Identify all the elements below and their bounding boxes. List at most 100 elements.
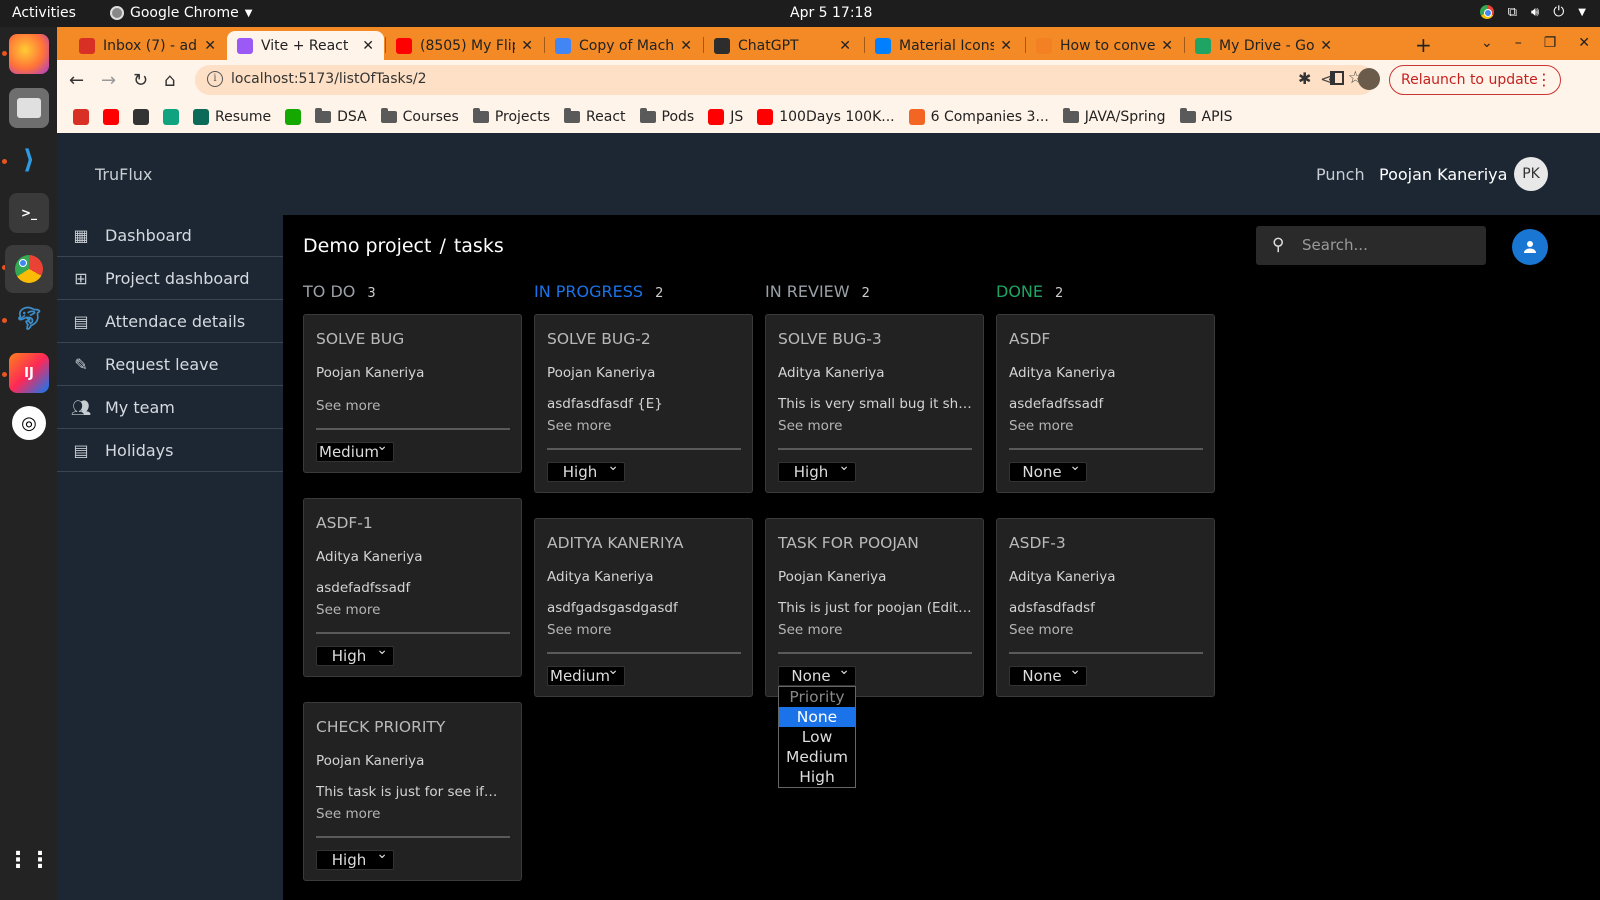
priority-select[interactable]: High [547,458,625,482]
sidebar-item-project-dashboard[interactable]: ⊞ Project dashboard [57,258,283,300]
task-card[interactable]: SOLVE BUG-2 Poojan Kaneriya asdfasdfasdf {… [534,314,753,493]
priority-option-none[interactable]: None [779,707,855,727]
bookmark-item[interactable]: Projects [472,107,550,125]
bookmark-item[interactable] [103,108,119,125]
search-input[interactable] [1302,234,1477,256]
browser-tab[interactable]: How to conve ✕ [1026,31,1183,60]
browser-tab[interactable]: (8505) My Flip ✕ [386,31,543,60]
back-arrow-icon[interactable]: ← [69,70,84,91]
close-tab-icon[interactable]: ✕ [680,38,692,54]
punch-button[interactable]: Punch [1316,165,1365,184]
browser-tab[interactable]: ChatGPT ✕ [704,31,861,60]
terminal-icon[interactable]: >_ [9,193,49,233]
priority-select[interactable]: High [316,642,394,666]
see-more-link[interactable]: See more [1009,418,1073,434]
close-tab-icon[interactable]: ✕ [521,38,533,54]
priority-option-high[interactable]: High [779,767,855,787]
openai-icon[interactable]: ◎ [12,406,46,440]
see-more-link[interactable]: See more [778,622,842,638]
side-panel-icon[interactable] [1330,71,1344,85]
bookmark-item[interactable]: Resume [193,108,271,125]
close-tab-icon[interactable]: ✕ [1000,38,1012,54]
close-tab-icon[interactable]: ✕ [839,38,851,54]
priority-select[interactable]: Medium [316,438,394,462]
activities-button[interactable]: Activities [12,5,76,21]
sidebar-item-attendace-details[interactable]: ▤ Attendace details [57,301,283,343]
url-text[interactable]: localhost:5173/listOfTasks/2 [231,71,427,87]
close-window-icon[interactable]: ✕ [1578,35,1590,51]
bookmark-item[interactable]: 100Days 100K... [757,108,895,125]
sidebar-item-my-team[interactable]: 👥︎ My team [57,387,283,429]
avatar[interactable]: PK [1514,157,1548,191]
sidebar-item-request-leave[interactable]: ✎ Request leave [57,344,283,386]
firefox-icon[interactable] [9,34,49,74]
minimize-icon[interactable]: – [1515,35,1522,51]
new-tab-button[interactable]: + [1415,33,1432,57]
relaunch-button[interactable]: Relaunch to update ⋮ [1389,65,1561,95]
priority-select[interactable]: None [778,662,856,686]
site-info-icon[interactable]: i [207,71,223,87]
sidebar-item-dashboard[interactable]: ▦ Dashboard [57,215,283,257]
caret-down-icon[interactable]: ▼ [1578,7,1586,18]
address-bar[interactable]: i localhost:5173/listOfTasks/2 ⋖ ☆ [195,65,1375,95]
task-card[interactable]: SOLVE BUG Poojan Kaneriya See more Medium [303,314,522,473]
forward-arrow-icon[interactable]: → [101,70,116,91]
system-tray[interactable]: ⧉ 🔊︎ ⏻ ▼ [1479,4,1586,20]
network-icon[interactable]: ⧉ [1508,5,1517,20]
bookmark-item[interactable] [73,108,89,125]
task-card[interactable]: ASDF-3 Aditya Kaneriya adsfasdfadsf See mor… [996,518,1215,697]
see-more-link[interactable]: See more [778,418,842,434]
task-card[interactable]: SOLVE BUG-3 Aditya Kaneriya This is very s… [765,314,984,493]
browser-tab[interactable]: Copy of Machi ✕ [545,31,702,60]
tab-search-icon[interactable]: ⌄ [1481,35,1493,51]
close-tab-icon[interactable]: ✕ [1320,38,1332,54]
bookmark-item[interactable] [133,108,149,125]
profile-avatar[interactable] [1358,68,1380,90]
task-card[interactable]: ASDF Aditya Kaneriya asdefadfssadf See more… [996,314,1215,493]
priority-select[interactable]: High [316,846,394,870]
sidebar-item-holidays[interactable]: ▤ Holidays [57,430,283,472]
task-card[interactable]: TASK FOR POOJAN Poojan Kaneriya This is ju… [765,518,984,697]
restore-icon[interactable]: ❐ [1544,35,1557,51]
close-tab-icon[interactable]: ✕ [362,38,374,54]
see-more-link[interactable]: See more [547,622,611,638]
priority-select[interactable]: None [1009,458,1087,482]
priority-select[interactable]: Medium [547,662,625,686]
app-menu[interactable]: Google Chrome ▼ [110,5,252,21]
vscode-icon[interactable]: ⟩ [9,140,49,180]
bookmark-item[interactable]: JS [708,108,743,125]
task-card[interactable]: ADITYA KANERIYA Aditya Kaneriya asdfgadsga… [534,518,753,697]
task-card[interactable]: CHECK PRIORITY Poojan Kaneriya This task i… [303,702,522,881]
see-more-link[interactable]: See more [316,806,380,822]
reload-icon[interactable]: ↻ [133,70,148,91]
mysql-workbench-icon[interactable]: 🐬︎ [9,299,49,339]
bookmark-item[interactable]: React [564,107,626,125]
breadcrumb-project[interactable]: Demo project [303,235,431,257]
home-icon[interactable]: ⌂ [164,70,175,91]
priority-option-low[interactable]: Low [779,727,855,747]
bookmark-item[interactable]: JAVA/Spring [1062,107,1166,125]
volume-icon[interactable]: 🔊︎ [1531,5,1539,20]
bookmark-item[interactable]: Courses [380,107,459,125]
see-more-link[interactable]: See more [316,602,380,618]
extensions-icon[interactable]: ✱ [1298,69,1311,88]
power-icon[interactable]: ⏻ [1553,4,1564,20]
see-more-link[interactable]: See more [547,418,611,434]
bookmark-item[interactable]: APIS [1179,107,1233,125]
close-tab-icon[interactable]: ✕ [1161,38,1173,54]
browser-tab[interactable]: Material Icons ✕ [865,31,1022,60]
bookmark-item[interactable]: 6 Companies 3... [908,108,1049,125]
see-more-link[interactable]: See more [1009,622,1073,638]
user-account-button[interactable] [1512,229,1548,265]
bookmark-item[interactable]: DSA [315,107,367,125]
browser-tab[interactable]: Vite + React ✕ [227,31,384,60]
chrome-tray-icon[interactable] [1479,5,1494,19]
chrome-dock-icon[interactable] [5,245,53,293]
close-tab-icon[interactable]: ✕ [204,38,216,54]
bookmark-item[interactable] [285,108,302,125]
app-grid-icon[interactable]: ⋮⋮ [7,840,51,880]
priority-select[interactable]: None [1009,662,1087,686]
brand-logo[interactable]: TruFlux [95,165,152,184]
see-more-link[interactable]: See more [316,398,380,414]
priority-option-medium[interactable]: Medium [779,747,855,767]
